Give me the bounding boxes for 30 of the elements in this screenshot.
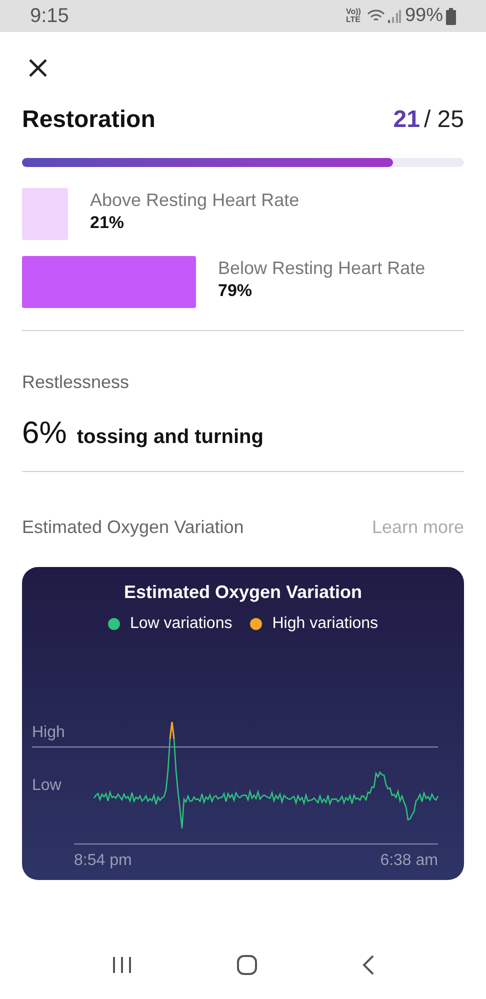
battery-level: 99% [404, 4, 443, 28]
clock: 9:15 [30, 4, 69, 29]
section-title: Restoration [22, 105, 156, 135]
axis-label: 6:38 am [380, 850, 438, 870]
segment-value: 79% [218, 280, 254, 302]
score-value: 21 [393, 105, 420, 135]
segment-value: 21% [90, 212, 126, 234]
score-total: / 25 [424, 105, 464, 135]
recent-apps-icon[interactable] [111, 956, 134, 974]
segment-label: Below Resting Heart Rate [218, 257, 426, 280]
axis-label: High [32, 722, 65, 742]
legend-label: High variations [272, 614, 378, 634]
home-icon[interactable] [236, 954, 258, 976]
section-title: Restlessness [22, 371, 130, 394]
section-title: Estimated Oxygen Variation [22, 516, 244, 539]
learn-more-link[interactable]: Learn more [372, 514, 464, 540]
volte-label: Vo)) [346, 8, 361, 16]
close-icon[interactable] [28, 58, 48, 78]
axis-label: Low [32, 776, 62, 796]
restlessness-value: 6% [22, 414, 67, 452]
wifi-icon [366, 9, 385, 23]
battery-icon [446, 8, 456, 24]
back-icon[interactable] [360, 955, 375, 975]
axis-label: 8:54 pm [74, 850, 132, 870]
legend-label: Low variations [130, 614, 232, 634]
signal-icon [386, 9, 401, 23]
restlessness-caption: tossing and turning [76, 425, 264, 450]
chart-title: Estimated Oxygen Variation [124, 580, 362, 604]
lte-label: LTE [346, 16, 361, 24]
segment-label: Above Resting Heart Rate [90, 189, 300, 212]
